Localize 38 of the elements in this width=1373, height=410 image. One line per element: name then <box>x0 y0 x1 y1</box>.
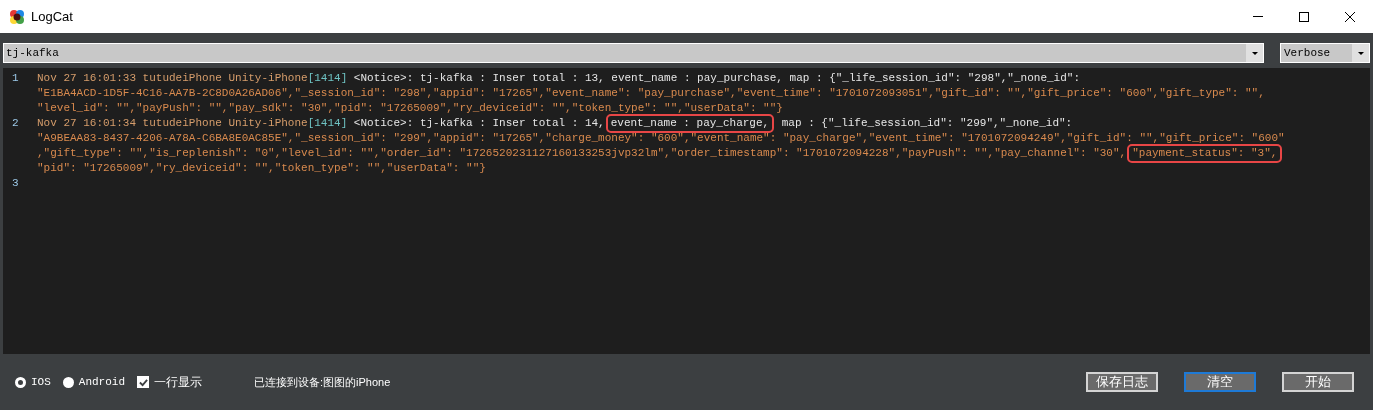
log-text: [1414] <box>307 71 348 86</box>
radio-button[interactable] <box>15 376 26 388</box>
action-button[interactable]: 保存日志 <box>1086 372 1158 392</box>
status-text: 已连接到设备:图图的iPhone <box>254 374 391 390</box>
maximize-icon <box>1299 11 1309 22</box>
highlighted-log-text: event_name : pay_charge, <box>607 116 773 131</box>
log-text: map : {"_life_session_id": "299","_none_id": <box>780 116 1073 131</box>
log-text: "level_id": "","payPush": "","pay_sdk": "30","pid": "17265009","ry_deviceid": "","token_type": "","userData": ""} <box>37 101 783 116</box>
caret-icon <box>1251 51 1258 55</box>
window-title: LogCat <box>31 7 73 26</box>
log-text: <Notice>: tj-kafka : Inser total : 14, <box>352 116 605 131</box>
level-combo[interactable]: Verbose <box>1280 43 1370 63</box>
log-text: <Notice>: tj-kafka : Inser total : 13, event_name : pay_purchase, map : {"_life_session_id": "298","_none_id": <box>352 71 1080 86</box>
action-button[interactable]: 清空 <box>1184 372 1256 392</box>
level-text: Verbose <box>1283 45 1332 61</box>
filter-combo[interactable]: tj-kafka <box>3 43 1264 63</box>
checkbox-label: 一行显示 <box>154 374 203 391</box>
log-text: [1414] <box>307 116 348 131</box>
app-logo-icon <box>9 8 25 25</box>
radio-label: IOS <box>31 374 51 390</box>
radio-button[interactable] <box>62 376 74 388</box>
log-text: "A9BEAA83-8437-4206-A78A-C6BA8E0AC85E","_session_id": "299","appid": "17265","charge_money": "600","event_name": "pay_charge","event_time": "1701072094249","gift_id": "","gift_price": "600" <box>37 131 1285 146</box>
close-icon <box>1345 11 1355 22</box>
log-text: Nov 27 16:01:33 tutudeiPhone Unity-iPhone <box>37 71 308 86</box>
filter-text: tj-kafka <box>5 45 60 61</box>
checkbox[interactable] <box>137 376 150 388</box>
line-number: 2 <box>11 116 20 131</box>
log-text: ,"gift_type": "","is_replenish": "0","level_id": "","order_id": "1726520231127160133253jvp32lm","order_timestamp": "1701072094228","payPush": "","pay_channel": "30", <box>37 146 1127 161</box>
radio-label: Android <box>78 374 126 390</box>
action-button[interactable]: 开始 <box>1282 372 1354 392</box>
log-text: "pid": "17265009","ry_deviceid": "","token_type": "","userData": ""} <box>37 161 486 176</box>
log-text: "E1BA4ACD-1D5F-4C16-AA7B-2C8D0A26AD06","_session_id": "298","appid": "17265","event_name": "pay_purchase","event_time": "1701072093051","gift_id": "","gift_price": "600","gift_type": "", <box>37 86 1265 101</box>
minimize-icon <box>1253 16 1263 17</box>
line-number: 3 <box>11 176 20 191</box>
line-number: 1 <box>11 71 20 86</box>
log-text: Nov 27 16:01:34 tutudeiPhone Unity-iPhone <box>37 116 308 131</box>
highlighted-log-text: "payment_status": "3", <box>1129 146 1281 161</box>
caret-icon <box>1357 51 1364 55</box>
